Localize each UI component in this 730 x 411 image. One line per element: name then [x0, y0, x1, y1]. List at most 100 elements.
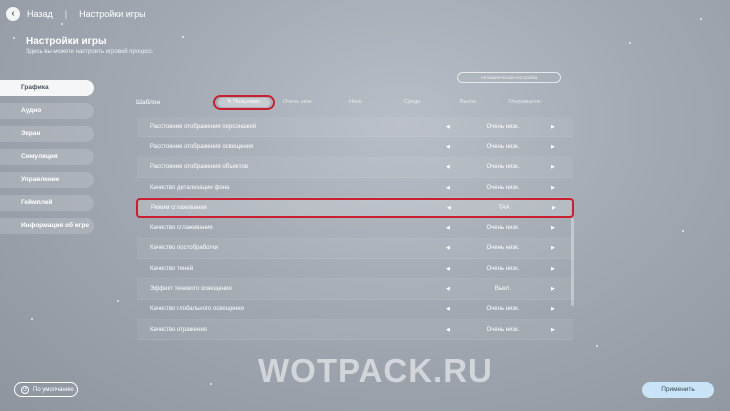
setting-value: Выкл.	[494, 286, 512, 293]
reset-default-button[interactable]: ↺ По умолчанию	[14, 382, 78, 397]
preset-label: Шаблон	[136, 99, 161, 106]
snow-particle	[596, 345, 598, 347]
arrow-right-icon[interactable]: ▶	[551, 306, 555, 312]
setting-row-antialiasing-quality[interactable]: Качество сглаживания ◀ Очень низк. ▶	[137, 218, 573, 239]
preset-very-low[interactable]: Очень низк.	[283, 99, 313, 105]
back-arrow-icon: ‹	[6, 7, 20, 21]
arrow-right-icon[interactable]: ▶	[551, 327, 555, 333]
setting-value: Очень низк.	[486, 164, 520, 171]
snow-particle	[31, 318, 33, 320]
snow-particle	[182, 36, 184, 38]
arrow-left-icon[interactable]: ◀	[447, 205, 451, 211]
setting-row-antialiasing-mode[interactable]: Режим сглаживания ◀ TAA ▶	[136, 198, 574, 219]
arrow-left-icon[interactable]: ◀	[446, 124, 450, 130]
back-button[interactable]: ‹ Назад	[6, 7, 53, 21]
snow-particle	[700, 18, 702, 20]
setting-label: Качество глобального освещения	[150, 306, 244, 313]
snow-particle	[117, 300, 119, 302]
setting-row-postprocessing-quality[interactable]: Качество постобработки ◀ Очень низк. ▶	[137, 238, 573, 260]
sidebar: Графика Аудио Экран Симуляция Управление…	[0, 80, 96, 241]
page-subtitle: Здесь вы можете настроить игровой процес…	[26, 49, 154, 55]
setting-label: Режим сглаживания	[151, 205, 207, 212]
sidebar-item-screen[interactable]: Экран	[0, 126, 94, 142]
top-bar: ‹ Назад | Настройки игры	[0, 0, 730, 28]
arrow-right-icon[interactable]: ▶	[551, 245, 555, 251]
arrow-right-icon[interactable]: ▶	[552, 205, 556, 211]
sidebar-item-graphics[interactable]: Графика	[0, 80, 94, 96]
breadcrumb: Настройки игры	[79, 9, 146, 19]
arrow-left-icon[interactable]: ◀	[446, 306, 450, 312]
setting-label: Качество постобработки	[150, 245, 219, 252]
setting-value: Очень низк.	[486, 245, 520, 252]
settings-scrollbar[interactable]	[571, 218, 574, 306]
setting-label: Качество детализации фона	[150, 184, 230, 191]
snow-particle	[13, 37, 15, 39]
setting-label: Эффект теневого освещения	[150, 286, 232, 293]
sidebar-item-controls[interactable]: Управление	[0, 172, 94, 188]
setting-value: Очень низк.	[486, 123, 520, 130]
setting-value: Очень низк.	[486, 143, 520, 150]
setting-row-object-distance[interactable]: Расстояние отображения объектов ◀ Очень …	[137, 157, 573, 178]
snow-particle	[629, 42, 631, 44]
preset-user-pill: ✎ Пользоват.	[218, 98, 270, 107]
apply-button[interactable]: Применить	[642, 382, 714, 398]
preset-user-option[interactable]: ✎ Пользоват.	[213, 95, 275, 110]
arrow-left-icon[interactable]: ◀	[446, 144, 450, 150]
arrow-right-icon[interactable]: ▶	[551, 286, 555, 292]
setting-value: TAA	[498, 205, 510, 212]
arrow-right-icon[interactable]: ▶	[551, 266, 555, 272]
arrow-right-icon[interactable]: ▶	[551, 225, 555, 231]
setting-label: Расстояние отображения объектов	[150, 164, 248, 171]
snow-particle	[61, 23, 63, 25]
preset-selector: Шаблон ✎ Пользоват. Очень низк. Низк. Ср…	[136, 94, 574, 112]
watermark: WOTPACK.RU	[258, 352, 493, 389]
setting-row-lighting-distance[interactable]: Расстояние отображения освещения ◀ Очень…	[137, 137, 573, 158]
arrow-left-icon[interactable]: ◀	[446, 164, 450, 170]
setting-row-background-detail[interactable]: Качество детализации фона ◀ Очень низк. …	[137, 178, 573, 199]
setting-row-shadow-quality[interactable]: Качество теней ◀ Очень низк. ▶	[137, 259, 573, 280]
arrow-left-icon[interactable]: ◀	[446, 185, 450, 191]
preset-low[interactable]: Низк.	[349, 99, 363, 105]
settings-list: Расстояние отображения персонажей ◀ Очен…	[136, 117, 574, 341]
arrow-left-icon[interactable]: ◀	[446, 327, 450, 333]
arrow-right-icon[interactable]: ▶	[551, 185, 555, 191]
arrow-left-icon[interactable]: ◀	[446, 286, 450, 292]
reset-default-label: По умолчанию	[33, 386, 74, 393]
preset-ultra[interactable]: Ультравысок.	[508, 99, 542, 105]
setting-label: Расстояние отображения персонажей	[150, 123, 257, 130]
breadcrumb-separator: |	[64, 9, 68, 19]
arrow-left-icon[interactable]: ◀	[446, 245, 450, 251]
arrow-right-icon[interactable]: ▶	[551, 124, 555, 130]
back-label: Назад	[27, 9, 53, 19]
sidebar-item-game-info[interactable]: Информация об игре	[0, 218, 94, 234]
setting-row-shadow-lighting-effect[interactable]: Эффект теневого освещения ◀ Выкл. ▶	[137, 279, 573, 300]
sidebar-item-audio[interactable]: Аудио	[0, 103, 94, 119]
edit-icon: ✎	[227, 99, 232, 105]
preset-high[interactable]: Высок.	[460, 99, 477, 105]
setting-row-reflection-quality[interactable]: Качество отражения ◀ Очень низк. ▶	[137, 319, 573, 341]
setting-label: Качество отражения	[150, 326, 207, 333]
setting-value: Очень низк.	[486, 306, 520, 313]
auto-config-button[interactable]: Автоматическая настройка	[457, 72, 561, 83]
setting-label: Качество сглаживания	[150, 225, 213, 232]
setting-value: Очень низк.	[486, 225, 520, 232]
arrow-left-icon[interactable]: ◀	[446, 225, 450, 231]
preset-medium[interactable]: Средн.	[404, 99, 422, 105]
page-title: Настройки игры	[26, 36, 107, 47]
setting-label: Расстояние отображения освещения	[150, 143, 254, 150]
reset-icon: ↺	[21, 385, 29, 394]
arrow-left-icon[interactable]: ◀	[446, 266, 450, 272]
setting-row-global-illumination[interactable]: Качество глобального освещения ◀ Очень н…	[137, 300, 573, 320]
snow-particle	[210, 383, 212, 385]
setting-value: Очень низк.	[486, 265, 520, 272]
setting-value: Очень низк.	[486, 326, 520, 333]
preset-user-label: Пользоват.	[233, 99, 261, 105]
arrow-right-icon[interactable]: ▶	[551, 144, 555, 150]
snow-particle	[682, 230, 684, 232]
setting-label: Качество теней	[150, 265, 194, 272]
setting-row-character-distance[interactable]: Расстояние отображения персонажей ◀ Очен…	[137, 117, 573, 138]
setting-value: Очень низк.	[486, 184, 520, 191]
arrow-right-icon[interactable]: ▶	[551, 164, 555, 170]
sidebar-item-simulation[interactable]: Симуляция	[0, 149, 94, 165]
sidebar-item-gameplay[interactable]: Геймплей	[0, 195, 94, 211]
